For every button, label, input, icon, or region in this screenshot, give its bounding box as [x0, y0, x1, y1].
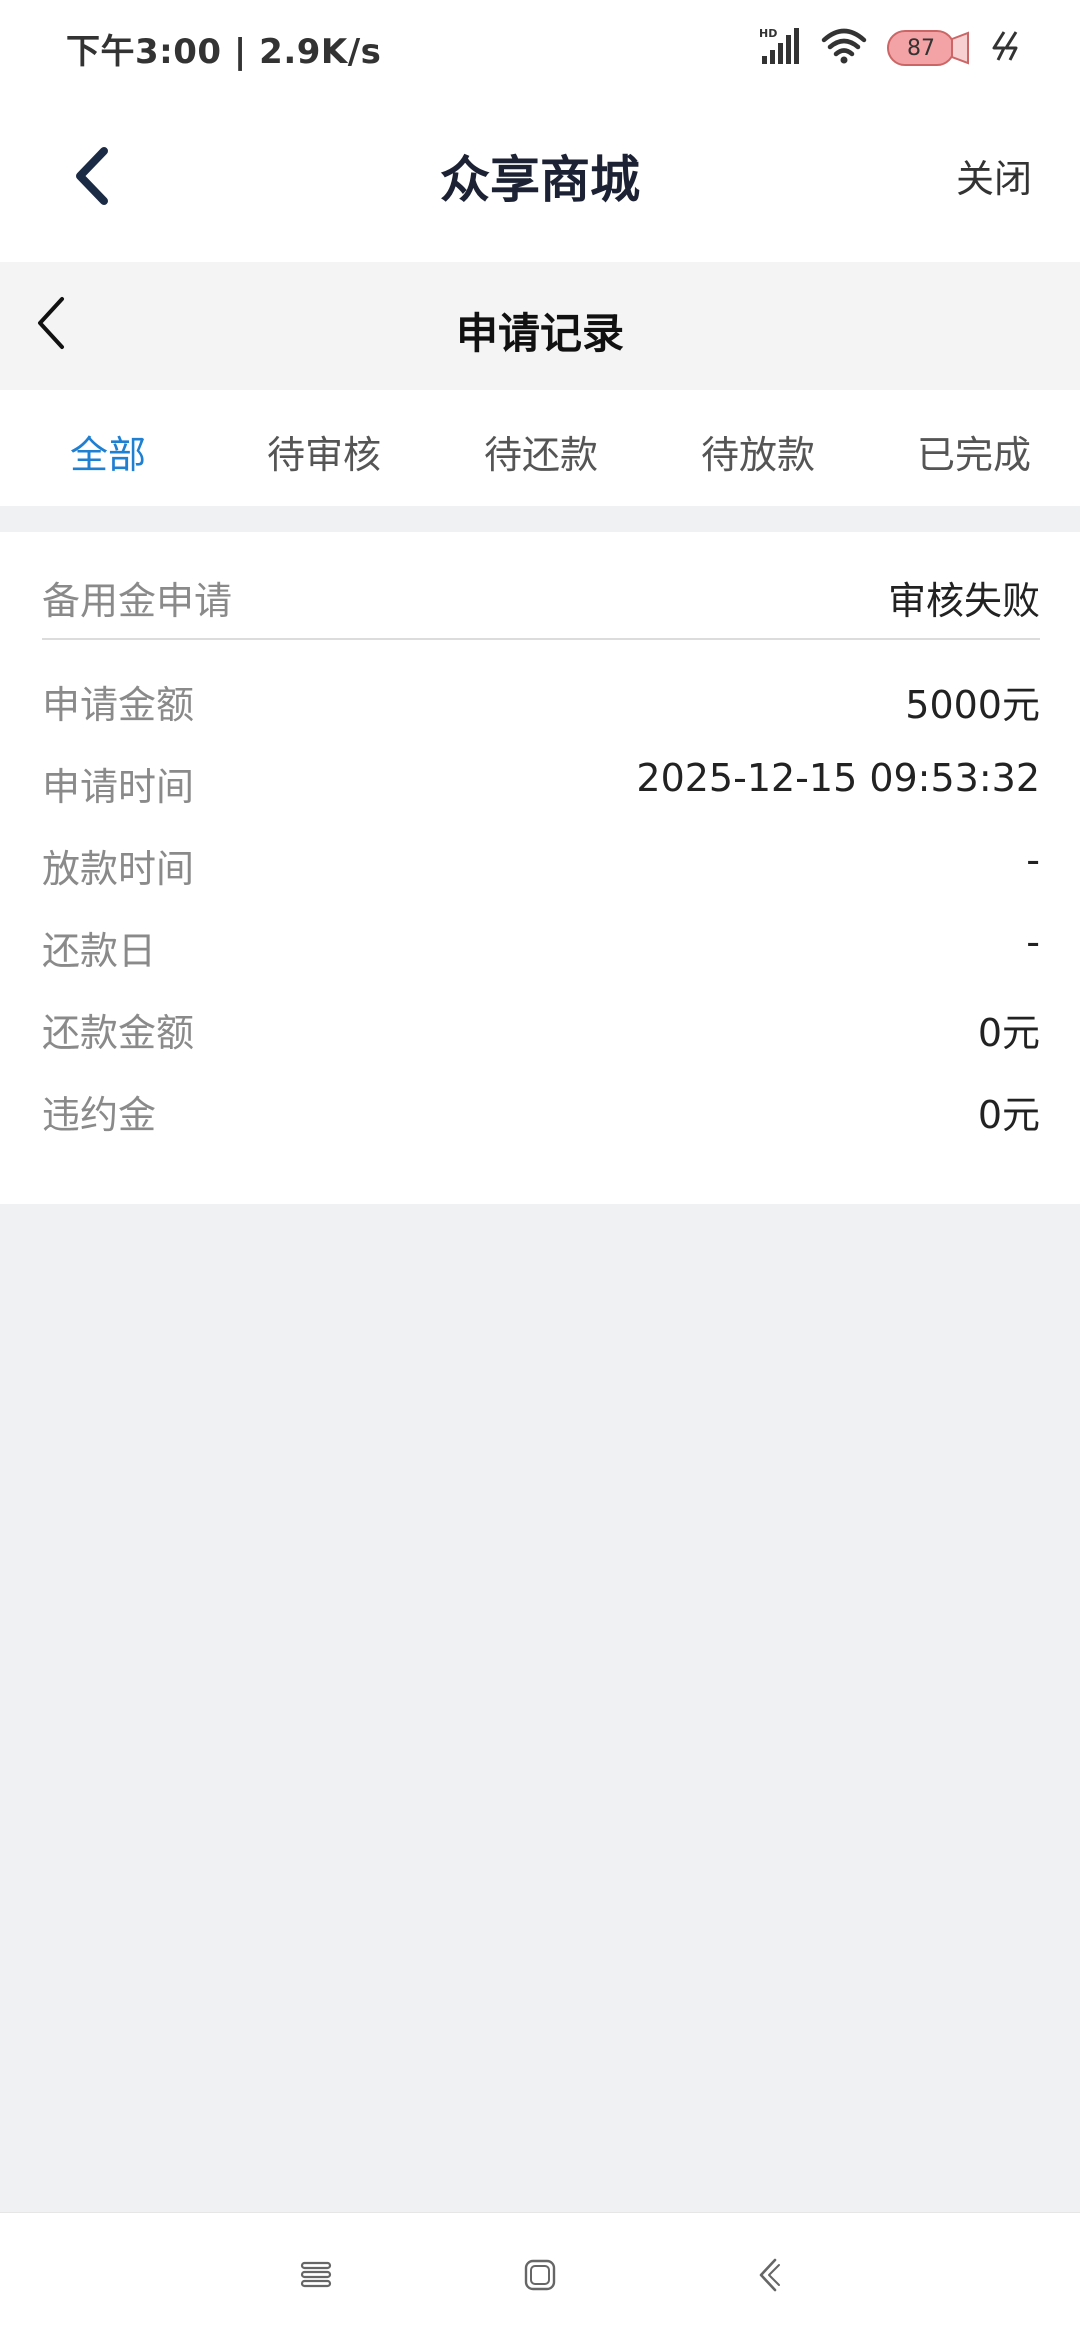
row-label: 还款日 [42, 929, 157, 973]
tab-pending-repayment[interactable]: 待还款 [441, 424, 641, 479]
battery-level: 87 [907, 35, 935, 61]
back-nav-icon [755, 2257, 781, 2297]
row-value: 0元 [977, 1011, 1040, 1055]
row-value: 0元 [977, 1093, 1040, 1137]
row-value: - [1026, 920, 1040, 964]
recent-apps-button[interactable] [286, 2247, 346, 2307]
row-value: 2025-12-15 09:53:32 [636, 756, 1040, 800]
close-button[interactable]: 关闭 [956, 148, 1032, 203]
hd-signal-icon: HD [758, 26, 802, 70]
tab-all[interactable]: 全部 [8, 424, 208, 479]
record-row-apply-time: 申请时间 2025-12-15 09:53:32 [42, 756, 1040, 816]
record-type: 备用金申请 [42, 579, 233, 623]
row-label: 申请金额 [42, 683, 195, 727]
row-label: 放款时间 [42, 847, 195, 891]
app-title: 众享商城 [440, 151, 640, 209]
row-value: - [1026, 838, 1040, 882]
app-header: 众享商城 关闭 [0, 96, 1080, 262]
tab-completed[interactable]: 已完成 [874, 424, 1074, 479]
status-icons: HD 87 [758, 20, 1022, 76]
system-back-button[interactable] [738, 2247, 798, 2307]
battery-icon: 87 [886, 25, 972, 71]
record-card[interactable]: 备用金申请 审核失败 申请金额 5000元 申请时间 2025-12-15 09… [0, 532, 1080, 1204]
svg-text:HD: HD [759, 27, 777, 40]
status-time: 下午3:00 | 2.9K/s [66, 32, 382, 72]
row-label: 还款金额 [42, 1011, 195, 1055]
record-row-penalty: 违约金 0元 [42, 1084, 1040, 1144]
tab-pending-review[interactable]: 待审核 [224, 424, 424, 479]
row-label: 申请时间 [42, 765, 195, 809]
charging-icon [990, 26, 1022, 70]
record-row-amount: 申请金额 5000元 [42, 674, 1040, 734]
menu-icon [299, 2260, 333, 2294]
page-title: 申请记录 [455, 309, 624, 358]
status-badge: 审核失败 [887, 579, 1040, 623]
wifi-icon [820, 26, 868, 70]
app-page: 下午3:00 | 2.9K/s HD 87 众享商城 关闭 申请记录 全部 待审… [0, 0, 1080, 2340]
home-square-icon [523, 2258, 557, 2296]
record-card-header: 备用金申请 审核失败 [42, 560, 1040, 640]
tab-pending-disbursement[interactable]: 待放款 [658, 424, 858, 479]
record-row-disburse-time: 放款时间 - [42, 838, 1040, 898]
row-label: 违约金 [42, 1093, 157, 1137]
status-bar: 下午3:00 | 2.9K/s HD 87 [0, 0, 1080, 96]
sub-header: 申请记录 [0, 262, 1080, 390]
system-nav-bar [0, 2212, 1080, 2340]
row-value: 5000元 [905, 683, 1040, 727]
record-row-repay-amount: 还款金额 0元 [42, 1002, 1040, 1062]
record-row-due-date: 还款日 - [42, 920, 1040, 980]
status-tabs: 全部 待审核 待还款 待放款 已完成 [0, 390, 1080, 506]
home-button[interactable] [510, 2247, 570, 2307]
